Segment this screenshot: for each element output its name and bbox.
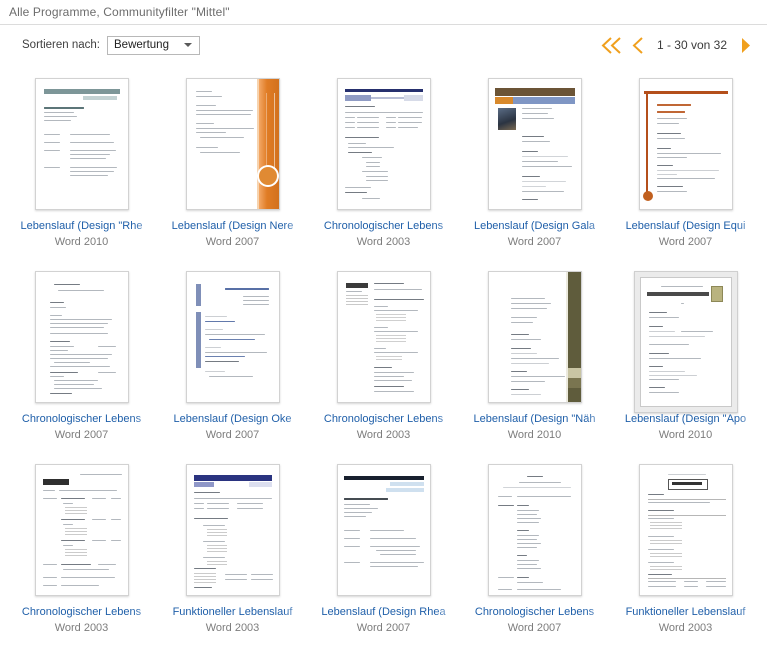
template-title[interactable]: Chronologischer Lebens <box>308 219 459 233</box>
template-program: Word 2003 <box>356 236 411 248</box>
template-card[interactable]: Lebenslauf (Design "Apo Word 2010 <box>610 262 761 455</box>
template-thumbnail[interactable] <box>34 78 129 213</box>
template-program: Word 2007 <box>356 622 411 634</box>
toolbar: Sortieren nach: Bewertung 1 - 30 von 32 <box>0 25 767 65</box>
template-title[interactable]: Lebenslauf (Design Equi <box>610 219 761 233</box>
template-card[interactable]: Lebenslauf (Design Nere Word 2007 <box>157 69 308 262</box>
template-program: Word 2007 <box>205 236 260 248</box>
first-page-button[interactable] <box>601 36 623 54</box>
template-title[interactable]: Chronologischer Lebens <box>6 412 157 426</box>
template-card[interactable]: Lebenslauf (Design "Näh Word 2010 <box>459 262 610 455</box>
template-grid: Lebenslauf (Design "Rhe Word 2010 Lebens… <box>0 65 767 648</box>
template-title[interactable]: Lebenslauf (Design Nere <box>157 219 308 233</box>
template-title[interactable]: Lebenslauf (Design "Rhe <box>6 219 157 233</box>
document-preview <box>336 464 431 596</box>
sort-select[interactable]: Bewertung <box>107 35 200 55</box>
template-thumbnail[interactable] <box>487 464 582 599</box>
template-thumbnail[interactable] <box>34 464 129 599</box>
template-card[interactable]: Funktioneller Lebenslauf Word 2003 <box>157 455 308 648</box>
document-preview <box>34 78 129 210</box>
template-thumbnail[interactable] <box>336 78 431 213</box>
template-program: Word 2007 <box>54 429 109 441</box>
template-title[interactable]: Chronologischer Lebens <box>308 412 459 426</box>
document-preview <box>185 271 280 403</box>
template-card[interactable]: Chronologischer Lebens Word 2003 <box>308 69 459 262</box>
document-preview <box>638 78 733 210</box>
document-preview <box>336 271 431 403</box>
template-thumbnail[interactable] <box>336 464 431 599</box>
template-title[interactable]: Chronologischer Lebens <box>6 605 157 619</box>
template-program: Word 2003 <box>658 622 713 634</box>
template-program: Word 2003 <box>54 622 109 634</box>
template-card[interactable]: Lebenslauf (Design Equi Word 2007 <box>610 69 761 262</box>
filter-bar: Alle Programme, Communityfilter "Mittel" <box>0 0 767 25</box>
document-preview <box>34 271 129 403</box>
document-preview <box>34 464 129 596</box>
document-preview <box>487 464 582 596</box>
template-title[interactable]: Funktioneller Lebenslauf <box>157 605 308 619</box>
document-preview <box>638 464 733 596</box>
document-preview <box>487 78 582 210</box>
template-program: Word 2010 <box>54 236 109 248</box>
template-card[interactable]: Lebenslauf (Design Gala Word 2007 <box>459 69 610 262</box>
document-preview <box>336 78 431 210</box>
template-card[interactable]: Lebenslauf (Design "Rhe Word 2010 <box>6 69 157 262</box>
template-program: Word 2003 <box>356 429 411 441</box>
template-thumbnail[interactable] <box>185 78 280 213</box>
template-card[interactable]: Funktioneller Lebenslauf Word 2003 <box>610 455 761 648</box>
previous-page-button[interactable] <box>632 36 645 54</box>
template-program: Word 2003 <box>205 622 260 634</box>
template-card[interactable]: Lebenslauf (Design Oke Word 2007 <box>157 262 308 455</box>
template-program: Word 2007 <box>205 429 260 441</box>
template-program: Word 2007 <box>507 622 562 634</box>
template-title[interactable]: Lebenslauf (Design Gala <box>459 219 610 233</box>
document-preview <box>633 271 738 413</box>
template-thumbnail[interactable] <box>34 271 129 406</box>
template-title[interactable]: Funktioneller Lebenslauf <box>610 605 761 619</box>
template-program: Word 2007 <box>658 236 713 248</box>
template-program: Word 2010 <box>507 429 562 441</box>
template-program: Word 2007 <box>507 236 562 248</box>
document-preview <box>185 78 280 210</box>
template-card[interactable]: Chronologischer Lebens Word 2007 <box>6 262 157 455</box>
template-thumbnail[interactable] <box>487 271 582 406</box>
template-thumbnail[interactable] <box>487 78 582 213</box>
template-title[interactable]: Lebenslauf (Design Oke <box>157 412 308 426</box>
sort-select-value: Bewertung <box>114 39 169 51</box>
chevron-down-icon <box>184 43 192 47</box>
photo-placeholder <box>496 107 517 131</box>
sort-label: Sortieren nach: <box>22 39 100 51</box>
template-thumbnail[interactable] <box>638 464 733 599</box>
page-range-text: 1 - 30 von 32 <box>656 38 727 52</box>
template-card[interactable]: Chronologischer Lebens Word 2003 <box>308 262 459 455</box>
template-title[interactable]: Lebenslauf (Design "Apo <box>610 412 761 426</box>
filter-summary-text: Alle Programme, Communityfilter "Mittel" <box>9 5 230 19</box>
document-preview <box>487 271 582 403</box>
template-card[interactable]: Lebenslauf (Design Rhea Word 2007 <box>308 455 459 648</box>
template-thumbnail[interactable] <box>638 78 733 213</box>
template-title[interactable]: Lebenslauf (Design Rhea <box>308 605 459 619</box>
template-program: Word 2010 <box>658 429 713 441</box>
template-title[interactable]: Lebenslauf (Design "Näh <box>459 412 610 426</box>
template-card[interactable]: Chronologischer Lebens Word 2007 <box>459 455 610 648</box>
template-thumbnail[interactable] <box>185 271 280 406</box>
template-title[interactable]: Chronologischer Lebens <box>459 605 610 619</box>
next-page-button[interactable] <box>739 37 753 54</box>
template-thumbnail[interactable] <box>185 464 280 599</box>
template-thumbnail[interactable] <box>336 271 431 406</box>
template-thumbnail[interactable] <box>633 271 738 413</box>
template-card[interactable]: Chronologischer Lebens Word 2003 <box>6 455 157 648</box>
pagination: 1 - 30 von 32 <box>601 36 753 54</box>
document-preview <box>185 464 280 596</box>
